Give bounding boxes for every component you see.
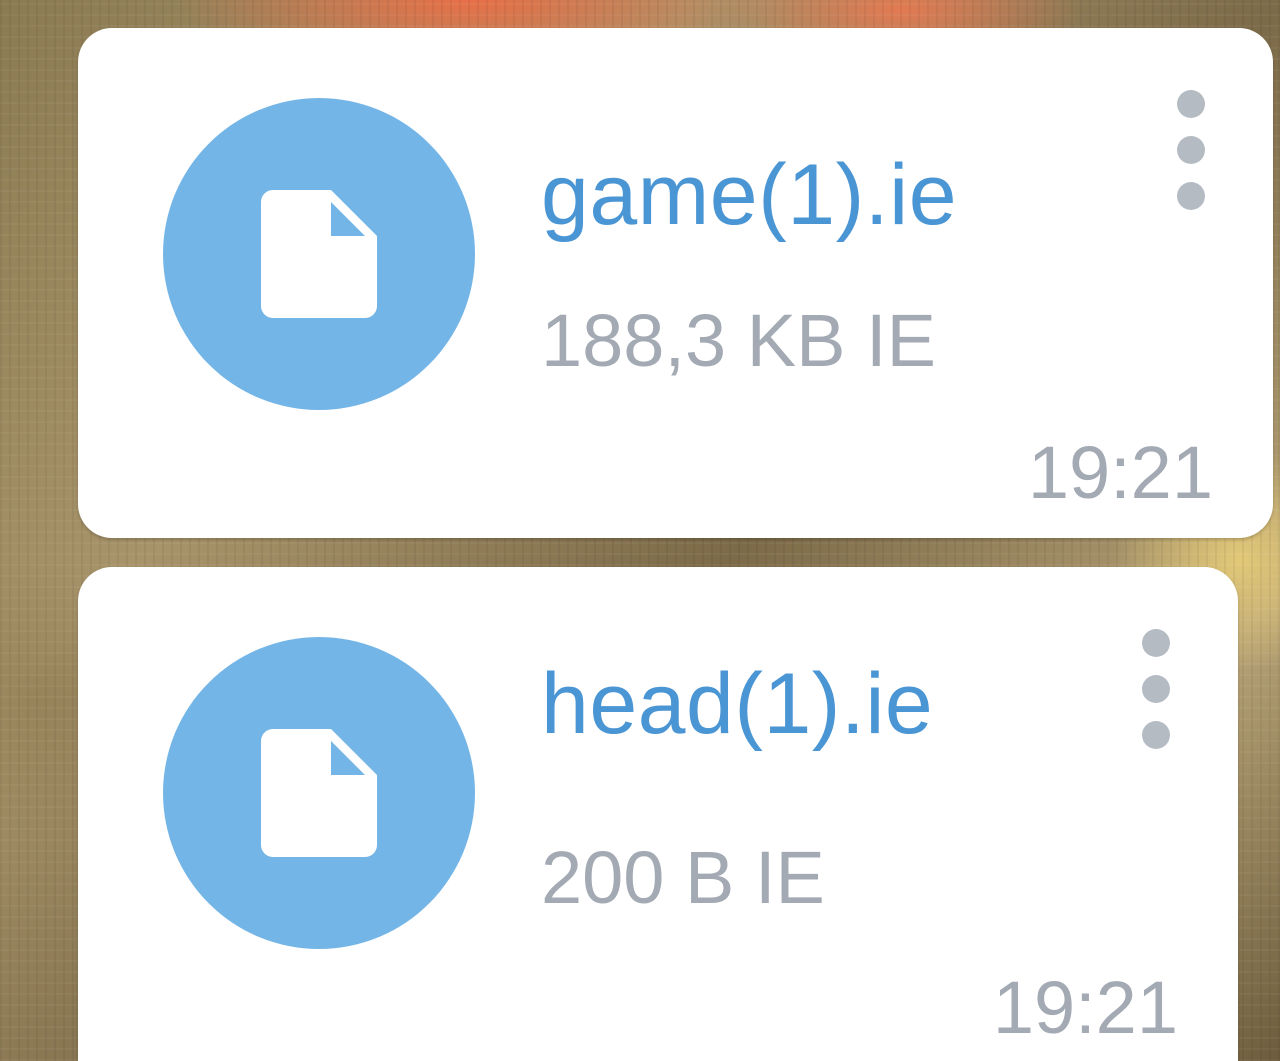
file-name[interactable]: head(1).ie xyxy=(541,655,933,754)
file-download-button[interactable] xyxy=(163,637,475,949)
more-options-button[interactable] xyxy=(1171,90,1211,210)
more-vertical-icon xyxy=(1142,629,1170,657)
message-time: 19:21 xyxy=(1027,431,1213,514)
more-vertical-icon xyxy=(1177,90,1205,118)
file-size-type: 200 B IE xyxy=(541,836,825,919)
file-message-bubble[interactable]: game(1).ie 188,3 KB IE 19:21 xyxy=(78,28,1273,538)
file-icon xyxy=(261,190,377,318)
file-message-bubble[interactable]: head(1).ie 200 B IE 19:21 xyxy=(78,567,1238,1061)
more-options-button[interactable] xyxy=(1136,629,1176,749)
file-size-type: 188,3 KB IE xyxy=(541,299,936,382)
message-time: 19:21 xyxy=(992,966,1178,1049)
file-icon xyxy=(261,729,377,857)
file-download-button[interactable] xyxy=(163,98,475,410)
file-name[interactable]: game(1).ie xyxy=(541,146,957,245)
